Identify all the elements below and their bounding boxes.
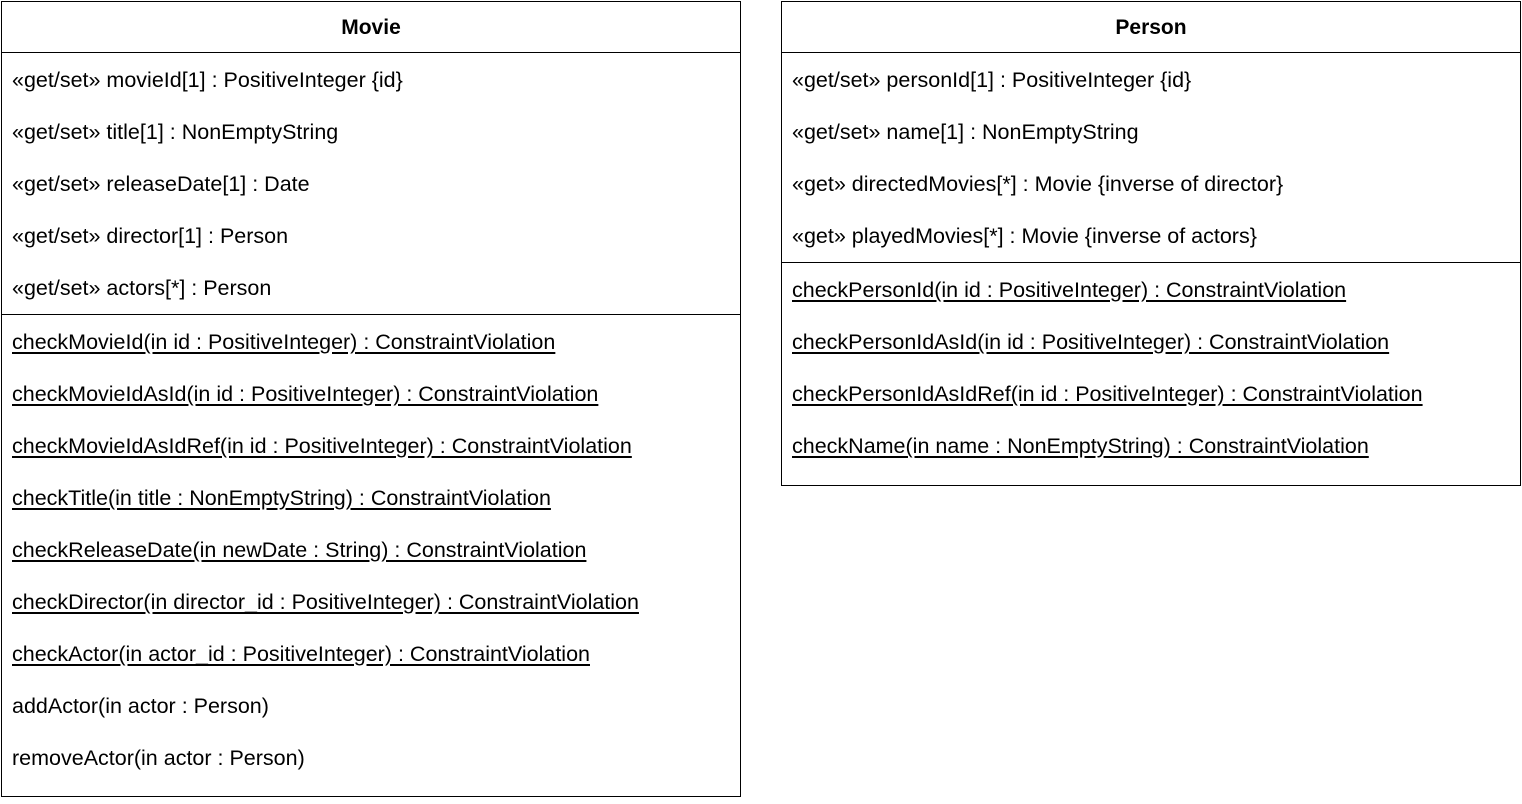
movie-operation-addactor: addActor(in actor : Person): [12, 694, 269, 718]
movie-operation-removeactor: removeActor(in actor : Person): [12, 746, 305, 770]
person-attribute-directedmovies: «get» directedMovies[*] : Movie {inverse…: [792, 172, 1284, 196]
movie-attribute-director: «get/set» director[1] : Person: [12, 224, 289, 248]
movie-class-name: Movie: [2, 2, 740, 53]
person-operation-checkpersonidasidref: checkPersonIdAsIdRef(in id : PositiveInt…: [792, 382, 1423, 406]
movie-attribute-releasedate: «get/set» releaseDate[1] : Date: [12, 172, 310, 196]
movie-operation-checktitle: checkTitle(in title : NonEmptyString) : …: [12, 486, 551, 510]
person-class-name: Person: [782, 2, 1520, 53]
person-attribute-name: «get/set» name[1] : NonEmptyString: [792, 120, 1139, 144]
person-class-box: Person «get/set» personId[1] : PositiveI…: [781, 1, 1521, 486]
person-attribute-personid: «get/set» personId[1] : PositiveInteger …: [792, 68, 1192, 92]
person-operation-checkpersonidasid: checkPersonIdAsId(in id : PositiveIntege…: [792, 330, 1390, 354]
movie-class-box: Movie «get/set» movieId[1] : PositiveInt…: [1, 1, 741, 797]
movie-operation-checkmovieidasidref: checkMovieIdAsIdRef(in id : PositiveInte…: [12, 434, 632, 458]
person-operation-checkname: checkName(in name : NonEmptyString) : Co…: [792, 434, 1369, 458]
movie-attribute-title: «get/set» title[1] : NonEmptyString: [12, 120, 339, 144]
person-attribute-playedmovies: «get» playedMovies[*] : Movie {inverse o…: [792, 224, 1257, 248]
movie-attribute-movieid: «get/set» movieId[1] : PositiveInteger {…: [12, 68, 403, 92]
movie-operation-checkactor: checkActor(in actor_id : PositiveInteger…: [12, 642, 590, 666]
movie-attribute-actors: «get/set» actors[*] : Person: [12, 276, 272, 300]
movie-operation-checkmovieid: checkMovieId(in id : PositiveInteger) : …: [12, 330, 556, 354]
movie-attributes-compartment: «get/set» movieId[1] : PositiveInteger {…: [2, 53, 740, 315]
movie-operation-checkdirector: checkDirector(in director_id : PositiveI…: [12, 590, 639, 614]
movie-operation-checkreleasedate: checkReleaseDate(in newDate : String) : …: [12, 538, 587, 562]
movie-operation-checkmovieidasid: checkMovieIdAsId(in id : PositiveInteger…: [12, 382, 599, 406]
movie-operations-compartment: checkMovieId(in id : PositiveInteger) : …: [2, 315, 740, 784]
person-attributes-compartment: «get/set» personId[1] : PositiveInteger …: [782, 53, 1520, 263]
person-operations-compartment: checkPersonId(in id : PositiveInteger) :…: [782, 263, 1520, 472]
person-operation-checkpersonid: checkPersonId(in id : PositiveInteger) :…: [792, 278, 1347, 302]
